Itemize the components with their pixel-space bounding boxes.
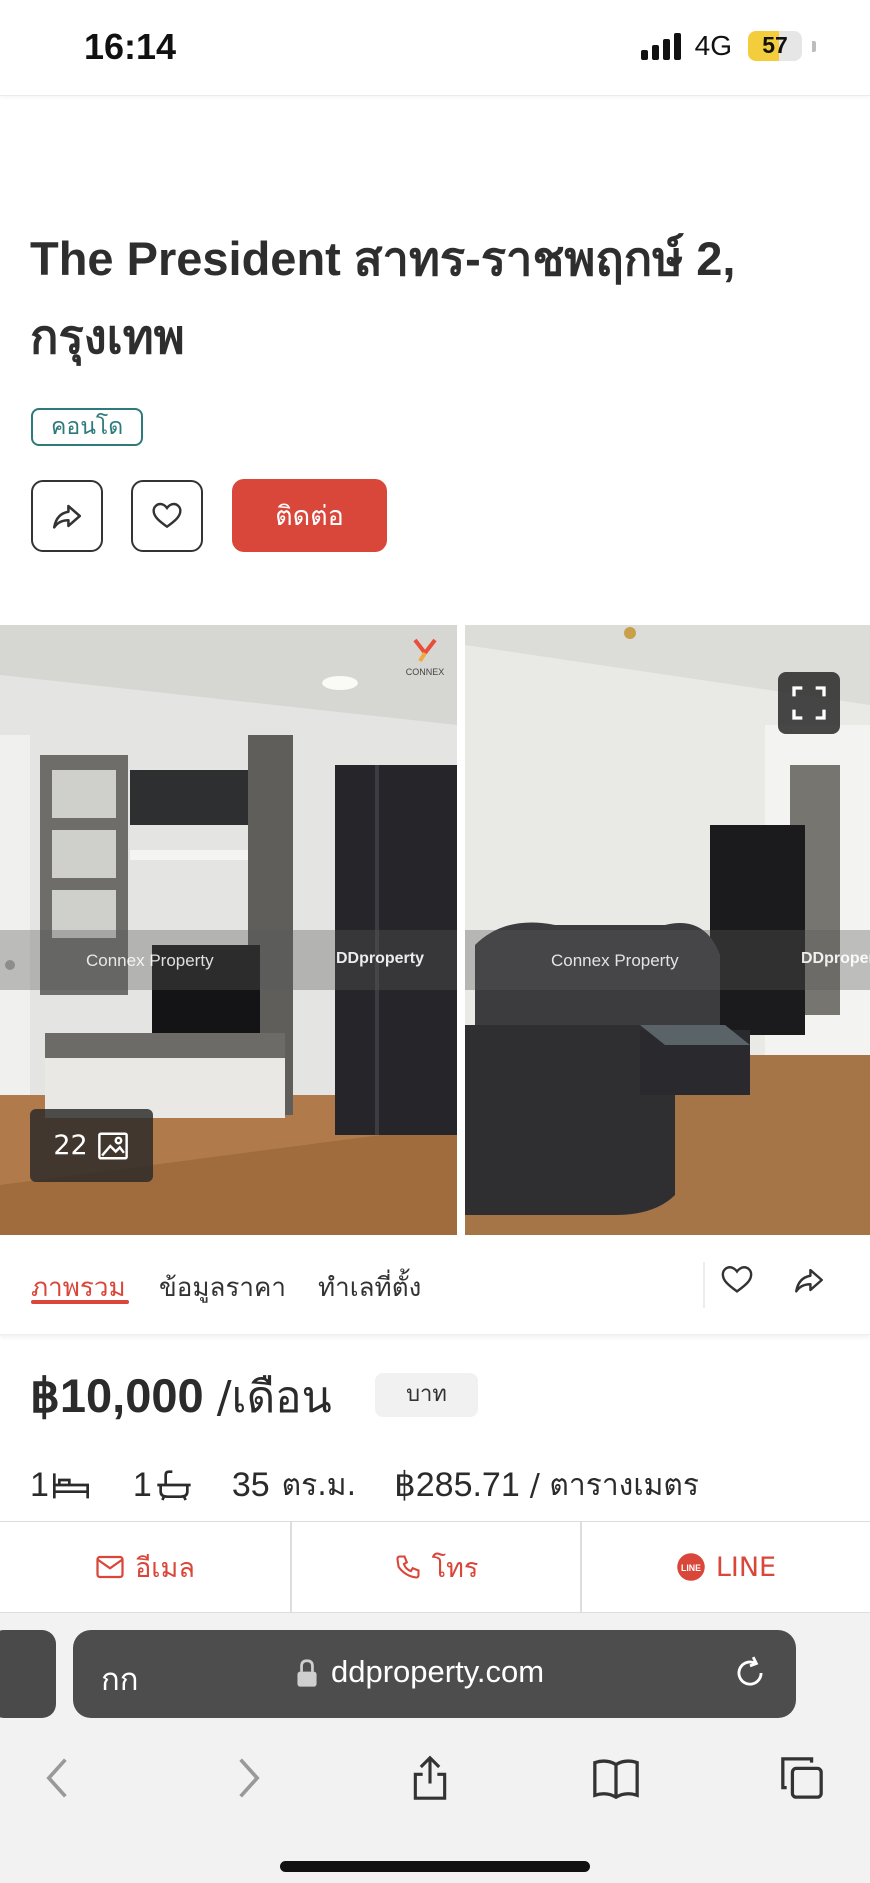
- email-button[interactable]: อีเมล: [0, 1522, 290, 1612]
- active-tab-indicator: [31, 1300, 129, 1304]
- heart-icon: [152, 502, 182, 529]
- network-label: 4G: [694, 30, 732, 61]
- chevron-right-icon: [239, 1758, 260, 1798]
- contact-button[interactable]: ติดต่อ: [232, 479, 387, 552]
- reload-icon[interactable]: [731, 1654, 769, 1692]
- battery-level: 57: [762, 32, 788, 58]
- bookmarks-button[interactable]: [586, 1743, 646, 1813]
- status-bar: 16:14 4G 57: [0, 0, 870, 96]
- text-size-button[interactable]: กก: [101, 1654, 139, 1704]
- phone-icon: [396, 1555, 420, 1579]
- photo-count-badge[interactable]: 22: [30, 1109, 153, 1182]
- previous-tab-preview[interactable]: [0, 1630, 56, 1718]
- line-icon-text: LINE: [681, 1563, 701, 1573]
- watermark-agent: Connex Property: [551, 951, 679, 970]
- line-button[interactable]: LINE LINE: [582, 1522, 870, 1612]
- status-time: 16:14: [84, 26, 177, 67]
- watermark-site: DDproperty: [336, 950, 425, 967]
- home-indicator: [280, 1861, 590, 1872]
- price-period: /เดือน: [216, 1372, 332, 1423]
- fullscreen-button[interactable]: [778, 672, 840, 734]
- bed-icon: [52, 1473, 89, 1499]
- share-icon: [413, 1755, 447, 1800]
- property-type-tag: คอนโด: [31, 408, 144, 446]
- battery-nub: [812, 40, 816, 52]
- back-button[interactable]: [28, 1743, 88, 1813]
- tabs-share-button[interactable]: [792, 1263, 826, 1301]
- lock-icon: [297, 1659, 317, 1687]
- tabs-divider: [703, 1262, 705, 1308]
- contact-action-bar: อีเมล โทร LINE LINE: [0, 1521, 870, 1613]
- mail-icon: [96, 1555, 124, 1579]
- expand-icon: [792, 686, 826, 720]
- bathroom-count: 1: [132, 1465, 152, 1504]
- currency-badge: บาท: [375, 1373, 478, 1417]
- status-indicators: 4G 57: [640, 30, 816, 62]
- line-icon: LINE: [677, 1553, 705, 1581]
- forward-button[interactable]: [218, 1743, 278, 1813]
- chevron-left-icon: [46, 1758, 67, 1798]
- url-text: ddproperty.com: [331, 1654, 545, 1689]
- property-specs: 1 1 35 ตร.ม. ฿285.71 / ตารางเมตร: [30, 1460, 699, 1510]
- battery-icon: 57: [748, 31, 802, 61]
- area-unit: ตร.ม.: [281, 1467, 357, 1503]
- listing-photo-1[interactable]: CONNEX Connex Property DDproperty 22: [0, 625, 457, 1235]
- price-per-area: ฿285.71: [394, 1466, 520, 1504]
- rent-price: ฿10,000 /เดือน: [30, 1362, 332, 1432]
- line-label: LINE: [715, 1551, 777, 1583]
- connex-logo-text: CONNEX: [406, 667, 445, 677]
- heart-icon: [721, 1266, 753, 1293]
- listing-title: The President สาทร-ราชพฤกษ์ 2, กรุงเทพ: [30, 232, 736, 363]
- favorite-button[interactable]: [131, 480, 203, 552]
- browser-toolbar: กก ddproperty.com: [0, 1613, 870, 1883]
- photo-gallery[interactable]: CONNEX Connex Property DDproperty 22 Con…: [0, 625, 870, 1235]
- signal-icon: [640, 32, 681, 60]
- area-value: 35: [231, 1465, 270, 1504]
- share-button[interactable]: [31, 480, 103, 552]
- image-icon: [97, 1132, 128, 1159]
- connex-logo: CONNEX: [406, 638, 445, 677]
- share-icon: [52, 504, 82, 529]
- watermark-site: DDproperty: [801, 950, 870, 967]
- share-sheet-button[interactable]: [400, 1743, 460, 1813]
- price-amount: ฿10,000: [30, 1369, 204, 1422]
- address-bar[interactable]: กก ddproperty.com: [73, 1630, 796, 1718]
- bedroom-count: 1: [30, 1465, 49, 1504]
- section-tabs: ภาพรวม ข้อมูลราคา ทำเลที่ตั้ง: [0, 1235, 870, 1335]
- tabs-favorite-button[interactable]: [720, 1263, 754, 1301]
- book-icon: [593, 1759, 639, 1800]
- call-label: โทร: [431, 1552, 479, 1584]
- tab-price-info[interactable]: ข้อมูลราคา: [159, 1267, 286, 1308]
- browser-nav-row: [0, 1743, 870, 1823]
- bathtub-icon: [157, 1470, 191, 1501]
- tabs-button[interactable]: [772, 1743, 832, 1813]
- share-icon: [795, 1268, 823, 1293]
- price-per-area-unit: / ตารางเมตร: [529, 1467, 699, 1503]
- email-label: อีเมล: [135, 1552, 195, 1584]
- photo-count: 22: [53, 1130, 88, 1161]
- call-button[interactable]: โทร: [292, 1522, 580, 1612]
- tabs-icon: [781, 1757, 823, 1799]
- watermark-agent: Connex Property: [86, 951, 214, 970]
- tab-location[interactable]: ทำเลที่ตั้ง: [318, 1267, 421, 1308]
